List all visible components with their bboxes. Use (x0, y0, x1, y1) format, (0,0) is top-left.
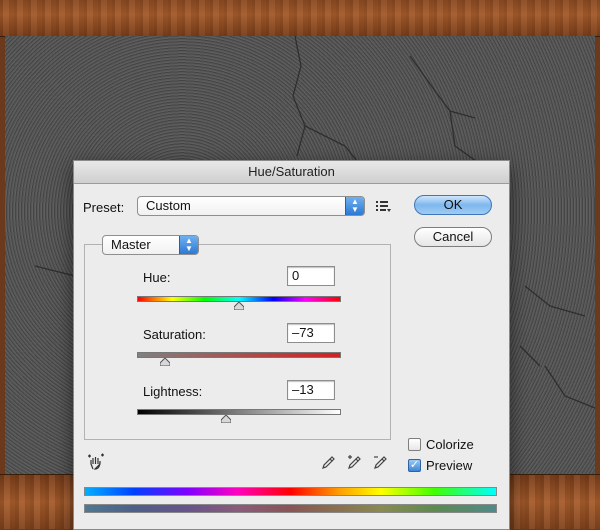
output-spectrum-bar (84, 504, 497, 513)
colorize-label: Colorize (426, 437, 474, 452)
hue-input[interactable]: 0 (287, 266, 335, 286)
targeted-adjustment-icon[interactable] (87, 453, 105, 471)
channel-select[interactable]: Master ▲ ▼ (102, 235, 199, 255)
channel-select-value: Master (111, 237, 151, 252)
ok-button[interactable]: OK (414, 195, 492, 215)
wood-frame-top (0, 0, 600, 37)
input-spectrum-bar (84, 487, 497, 496)
preset-options-icon[interactable] (376, 200, 392, 212)
updown-arrows-icon: ▲ ▼ (179, 236, 198, 254)
eyedropper-minus-icon[interactable] (373, 454, 389, 470)
updown-arrows-icon: ▲ ▼ (345, 197, 364, 215)
preset-label: Preset: (83, 200, 125, 215)
lightness-input[interactable]: –13 (287, 380, 335, 400)
saturation-input[interactable]: –73 (287, 323, 335, 343)
preview-label: Preview (426, 458, 473, 473)
hue-label: Hue: (143, 270, 171, 285)
dialog-title: Hue/Saturation (74, 161, 509, 184)
eyedropper-icon[interactable] (321, 454, 337, 470)
preset-select-value: Custom (146, 198, 191, 213)
cancel-button[interactable]: Cancel (414, 227, 492, 247)
preview-checkbox[interactable]: ✓ (408, 459, 421, 472)
hue-saturation-dialog: Hue/Saturation Preset: Custom ▲ ▼ OK Canc… (73, 160, 510, 530)
lightness-slider-thumb[interactable] (220, 415, 231, 423)
preset-select[interactable]: Custom ▲ ▼ (137, 196, 365, 216)
hue-slider-thumb[interactable] (234, 302, 244, 310)
lightness-slider-track[interactable] (137, 409, 341, 415)
eyedropper-plus-icon[interactable] (347, 454, 363, 470)
saturation-label: Saturation: (143, 327, 206, 342)
colorize-checkbox[interactable] (408, 438, 421, 451)
saturation-slider-thumb[interactable] (159, 358, 170, 366)
lightness-label: Lightness: (143, 384, 203, 399)
